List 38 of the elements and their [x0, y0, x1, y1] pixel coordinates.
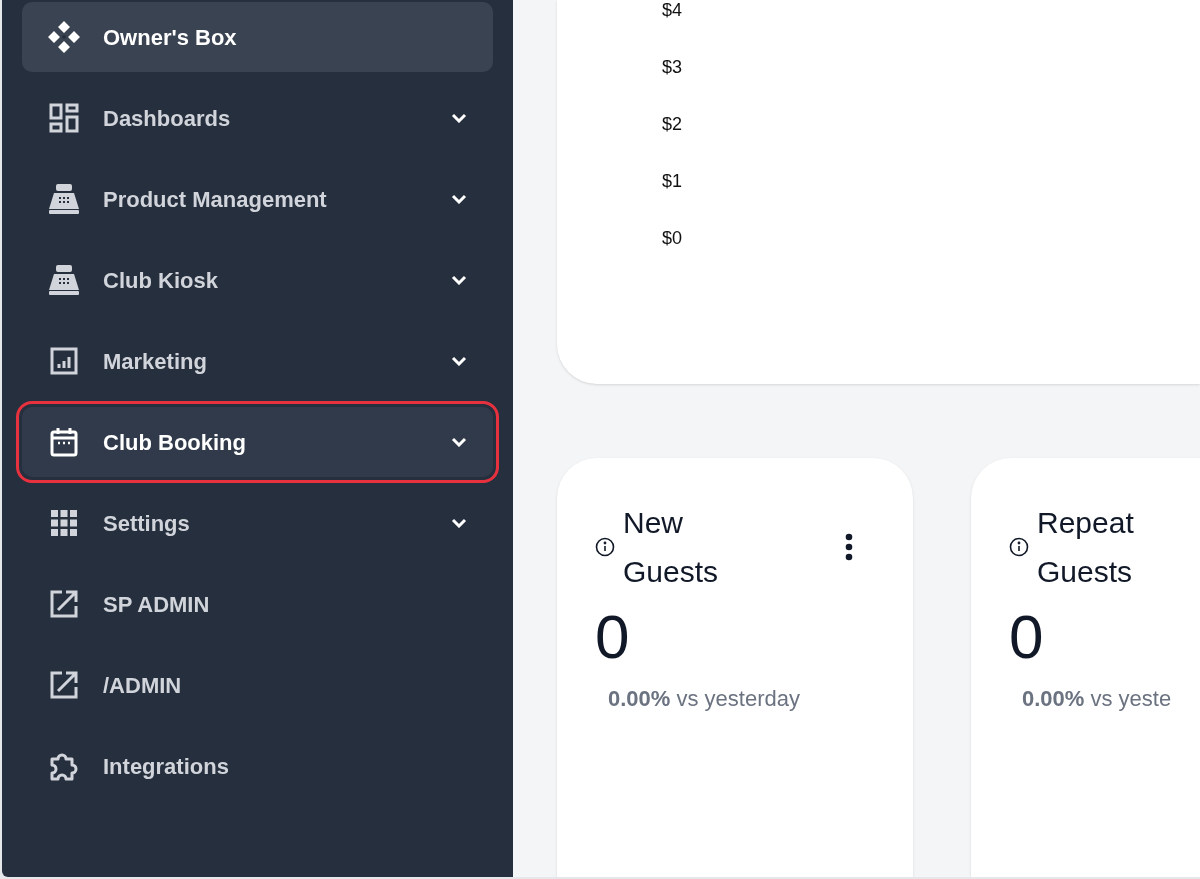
sidebar-item[interactable]: Club Kiosk: [22, 245, 493, 315]
card-title: New Guests: [623, 505, 720, 590]
sidebar-item[interactable]: Product Management: [22, 164, 493, 234]
sidebar-item[interactable]: Dashboards: [22, 83, 493, 153]
info-icon: [595, 537, 615, 557]
dashboard-icon: [49, 103, 79, 133]
sidebar-item[interactable]: Owner's Box: [22, 2, 493, 72]
bar-chart-icon: [50, 347, 78, 375]
axis-label: $1: [662, 171, 683, 193]
cash-register-icon: [48, 264, 80, 296]
axis-label: $2: [662, 114, 683, 136]
chevron-down-icon: [451, 113, 467, 123]
chevron-down-icon: [451, 437, 467, 447]
sidebar-item[interactable]: Integrations: [22, 731, 493, 801]
cash-register-icon: [48, 183, 80, 215]
sidebar-item[interactable]: /ADMIN: [22, 650, 493, 720]
diamond-logo-icon: [47, 20, 81, 54]
external-link-icon: [49, 670, 79, 700]
chevron-down-icon: [451, 518, 467, 528]
chevron-down-icon: [451, 356, 467, 366]
axis-label: $3: [662, 57, 683, 79]
chevron-down-icon: [451, 194, 467, 204]
calendar-icon: [50, 427, 78, 457]
sidebar-item[interactable]: Marketing: [22, 326, 493, 396]
axis-label: $0: [662, 228, 683, 250]
axis-label: $4: [662, 0, 683, 22]
grid-icon: [51, 510, 77, 536]
sidebar-item[interactable]: SP ADMIN: [22, 569, 493, 639]
comparison-text: 0.00% vs yeste: [1022, 685, 1173, 713]
chevron-down-icon: [451, 275, 467, 285]
more-options-icon[interactable]: [845, 533, 853, 561]
stat-value: 0: [595, 602, 631, 672]
sidebar-item[interactable]: Settings: [22, 488, 493, 558]
card-title: Repeat Guests: [1037, 505, 1135, 590]
comparison-text: 0.00% vs yesterday: [608, 685, 801, 713]
stat-value: 0: [1009, 602, 1045, 672]
external-link-icon: [49, 589, 79, 619]
info-icon: [1009, 537, 1029, 557]
